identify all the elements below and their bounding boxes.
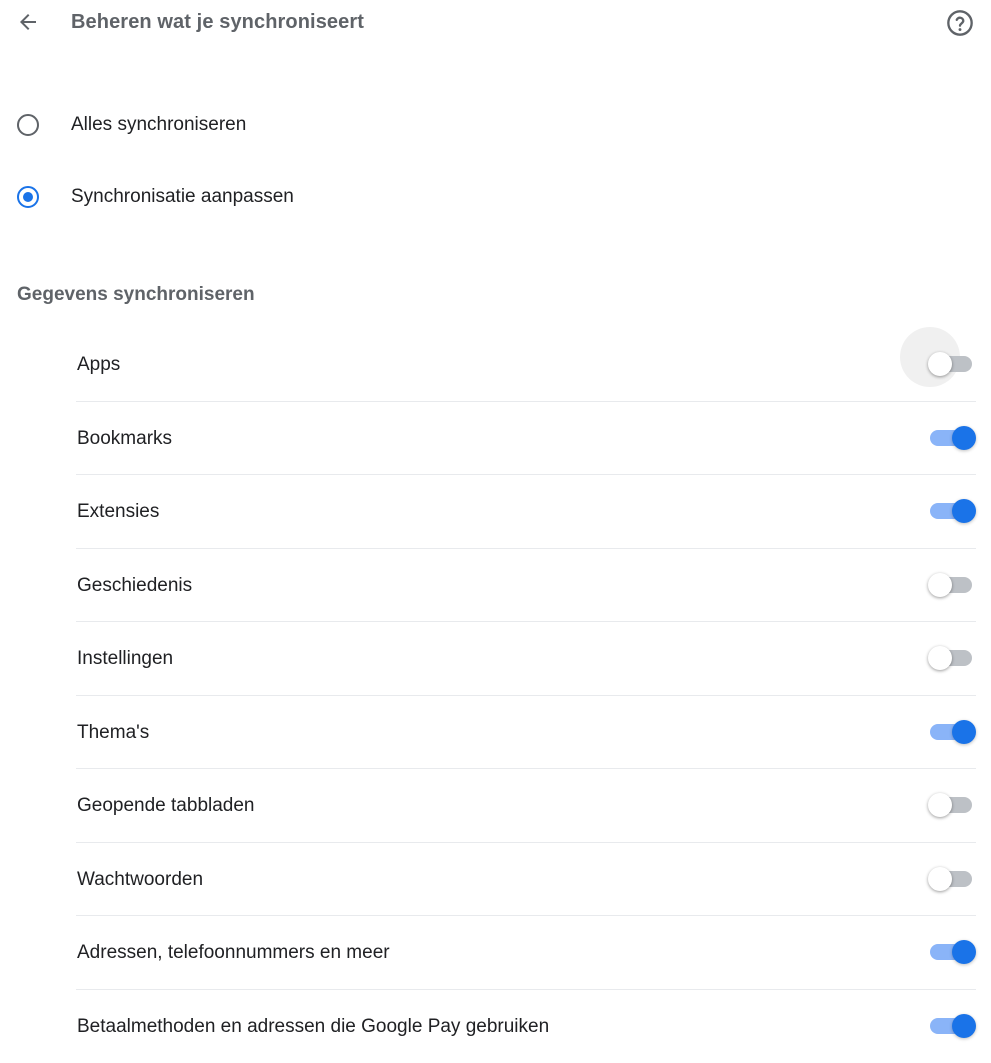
toggle-knob: [952, 940, 976, 964]
sync-item-payment-methods: Betaalmethoden en adressen die Google Pa…: [76, 990, 976, 1063]
sync-item-themes: Thema's: [76, 696, 976, 770]
radio-customize-sync[interactable]: Synchronisatie aanpassen: [0, 171, 991, 223]
help-button[interactable]: [942, 5, 978, 41]
sync-item-label: Extensies: [77, 501, 159, 523]
sync-toggle[interactable]: [930, 943, 972, 961]
toggle-knob: [928, 573, 952, 597]
sync-data-list: Apps Bookmarks Extensies Geschiedenis Instel…: [76, 328, 976, 1063]
toggle-knob: [952, 426, 976, 450]
help-circle-icon: [946, 9, 974, 37]
sync-item-addresses: Adressen, telefoonnummers en meer: [76, 916, 976, 990]
back-button[interactable]: [10, 4, 46, 40]
sync-item-settings: Instellingen: [76, 622, 976, 696]
sync-item-apps: Apps: [76, 328, 976, 402]
arrow-back-icon: [16, 10, 40, 34]
page-title: Beheren wat je synchroniseert: [71, 11, 364, 34]
toggle-knob: [952, 499, 976, 523]
sync-item-label: Adressen, telefoonnummers en meer: [77, 942, 390, 964]
sync-toggle[interactable]: [930, 723, 972, 741]
sync-item-extensions: Extensies: [76, 475, 976, 549]
radio-button[interactable]: [17, 186, 39, 208]
sync-toggle[interactable]: [930, 355, 972, 373]
page-header: Beheren wat je synchroniseert: [0, 0, 991, 46]
toggle-knob: [952, 1014, 976, 1038]
sync-item-bookmarks: Bookmarks: [76, 402, 976, 476]
sync-toggle[interactable]: [930, 576, 972, 594]
toggle-knob: [928, 352, 952, 376]
sync-item-open-tabs: Geopende tabbladen: [76, 769, 976, 843]
radio-sync-everything[interactable]: Alles synchroniseren: [0, 99, 991, 151]
sync-toggle[interactable]: [930, 796, 972, 814]
sync-item-label: Apps: [77, 354, 120, 376]
sync-item-label: Wachtwoorden: [77, 869, 203, 891]
radio-label: Alles synchroniseren: [71, 114, 246, 136]
sync-item-label: Geschiedenis: [77, 575, 192, 597]
sync-toggle[interactable]: [930, 1017, 972, 1035]
sync-toggle[interactable]: [930, 429, 972, 447]
sync-item-label: Instellingen: [77, 648, 173, 670]
toggle-knob: [928, 646, 952, 670]
sync-item-label: Betaalmethoden en adressen die Google Pa…: [77, 1016, 549, 1038]
sync-item-label: Bookmarks: [77, 428, 172, 450]
sync-item-label: Geopende tabbladen: [77, 795, 255, 817]
sync-item-history: Geschiedenis: [76, 549, 976, 623]
sync-toggle[interactable]: [930, 870, 972, 888]
section-title: Gegevens synchroniseren: [17, 284, 255, 306]
sync-item-passwords: Wachtwoorden: [76, 843, 976, 917]
sync-item-label: Thema's: [77, 722, 149, 744]
sync-toggle[interactable]: [930, 649, 972, 667]
toggle-knob: [952, 720, 976, 744]
toggle-knob: [928, 793, 952, 817]
radio-button[interactable]: [17, 114, 39, 136]
sync-toggle[interactable]: [930, 502, 972, 520]
radio-label: Synchronisatie aanpassen: [71, 186, 294, 208]
toggle-knob: [928, 867, 952, 891]
